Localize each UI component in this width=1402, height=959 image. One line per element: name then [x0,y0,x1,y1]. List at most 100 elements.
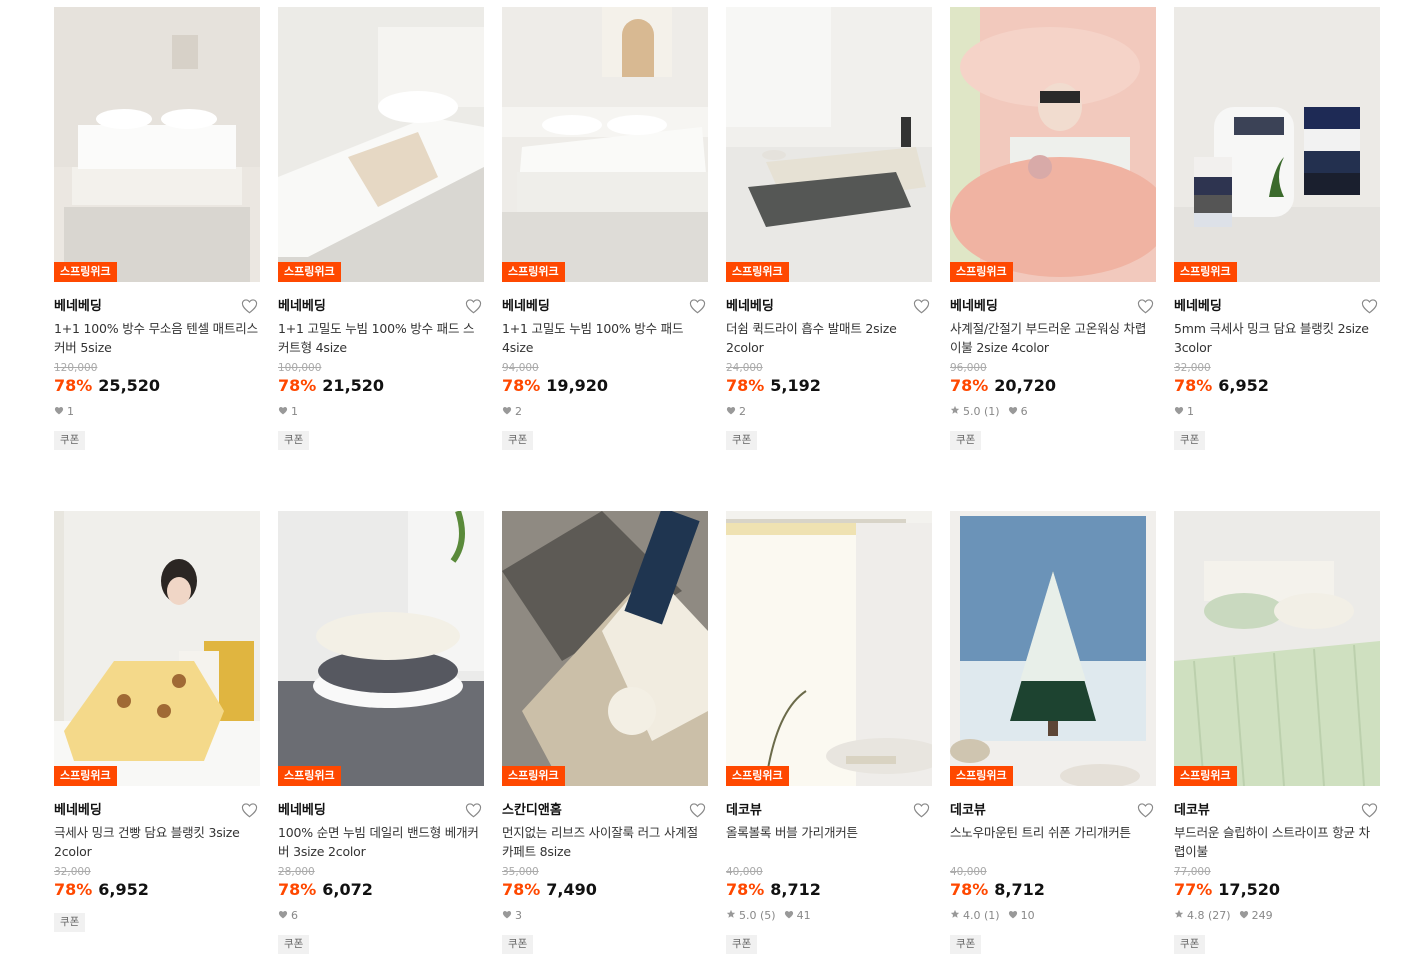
discount-rate: 78% [950,880,989,899]
product-meta: 1 [278,405,484,419]
promo-badge: 스프링위크 [502,262,565,282]
brand-row: 베네베딩 [278,799,484,821]
product-name[interactable]: 1+1 고밀도 누빔 100% 방수 패드 4size [502,319,708,357]
coupon-tag: 쿠폰 [502,935,534,954]
product-meta: 1 [54,405,260,419]
product-image[interactable]: 스프링위크 [502,7,708,282]
product-name[interactable]: 1+1 고밀도 누빔 100% 방수 패드 스커트형 4size [278,319,484,357]
product-card[interactable]: 스프링위크 스칸디앤홈 먼지없는 리브즈 사이잘룩 러그 사계절 카페트 8si… [502,511,708,959]
promo-badge: 스프링위크 [1174,766,1237,786]
product-meta: 2 [502,405,708,419]
product-name[interactable]: 올록볼록 버블 가리개커튼 [726,823,932,861]
wishlist-heart-icon[interactable] [465,802,482,818]
coupon-tag: 쿠폰 [1174,935,1206,954]
product-image[interactable]: 스프링위크 [54,7,260,282]
price-row: 78% 7,490 [502,879,708,901]
product-name[interactable]: 극세사 밍크 건빵 담요 블랭킷 3size 2color [54,823,260,861]
price-row: 78% 21,520 [278,375,484,397]
brand-name[interactable]: 베네베딩 [1174,299,1222,314]
like-count-value: 10 [1020,909,1035,922]
product-card[interactable]: 스프링위크 데코뷰 올록볼록 버블 가리개커튼 40,000 78% 8,712 … [726,511,932,959]
product-card[interactable]: 스프링위크 베네베딩 사계절/간절기 부드러운 고온워싱 차렵이불 2size … [950,7,1156,477]
product-image[interactable]: 스프링위크 [278,511,484,786]
original-price: 96,000 [950,362,987,374]
product-name[interactable]: 사계절/간절기 부드러운 고온워싱 차렵이불 2size 4color [950,319,1156,357]
product-card[interactable]: 스프링위크 데코뷰 스노우마운틴 트리 쉬폰 가리개커튼 40,000 78% 8… [950,511,1156,959]
wishlist-heart-icon[interactable] [913,802,930,818]
product-card[interactable]: 스프링위크 베네베딩 1+1 고밀도 누빔 100% 방수 패드 4size 9… [502,7,708,477]
product-name[interactable]: 먼지없는 리브즈 사이잘룩 러그 사계절 카페트 8size [502,823,708,861]
product-image[interactable]: 스프링위크 [726,511,932,786]
promo-badge: 스프링위크 [54,766,117,786]
product-card[interactable]: 스프링위크 베네베딩 5mm 극세사 밍크 담요 블랭킷 2size 3colo… [1174,7,1380,477]
coupon-tag: 쿠폰 [950,431,982,450]
brand-name[interactable]: 데코뷰 [1174,803,1210,818]
price-row: 78% 8,712 [950,879,1156,901]
brand-name[interactable]: 베네베딩 [54,299,102,314]
product-card[interactable]: 스프링위크 베네베딩 100% 순면 누빔 데일리 밴드형 베개커버 3size… [278,511,484,959]
wishlist-heart-icon[interactable] [1361,298,1378,314]
product-image[interactable]: 스프링위크 [278,7,484,282]
product-image[interactable]: 스프링위크 [950,7,1156,282]
brand-name[interactable]: 베네베딩 [278,803,326,818]
product-image[interactable]: 스프링위크 [950,511,1156,786]
discount-rate: 78% [54,376,93,395]
sale-price: 25,520 [98,376,161,395]
original-price: 40,000 [950,866,987,878]
brand-name[interactable]: 베네베딩 [278,299,326,314]
original-price: 24,000 [726,362,763,374]
product-name[interactable]: 더쉼 퀵드라이 흡수 발매트 2size 2color [726,319,932,357]
product-card[interactable]: 스프링위크 베네베딩 1+1 고밀도 누빔 100% 방수 패드 스커트형 4s… [278,7,484,477]
rating-value: 4.8 (27) [1187,909,1231,922]
discount-rate: 78% [950,376,989,395]
sale-price: 20,720 [994,376,1057,395]
product-card[interactable]: 스프링위크 베네베딩 더쉼 퀵드라이 흡수 발매트 2size 2color 2… [726,7,932,477]
product-image[interactable]: 스프링위크 [502,511,708,786]
promo-badge: 스프링위크 [726,766,789,786]
product-name[interactable]: 100% 순면 누빔 데일리 밴드형 베개커버 3size 2color [278,823,484,861]
brand-name[interactable]: 베네베딩 [950,299,998,314]
like-count: 6 [1008,405,1028,419]
wishlist-heart-icon[interactable] [1137,802,1154,818]
wishlist-heart-icon[interactable] [913,298,930,314]
product-image[interactable]: 스프링위크 [726,7,932,282]
wishlist-heart-icon[interactable] [241,298,258,314]
product-card[interactable]: 스프링위크 베네베딩 극세사 밍크 건빵 담요 블랭킷 3size 2color… [54,511,260,959]
product-card[interactable]: 스프링위크 베네베딩 1+1 100% 방수 무소음 텐셀 매트리스 커버 5s… [54,7,260,477]
product-name[interactable]: 1+1 100% 방수 무소음 텐셀 매트리스 커버 5size [54,319,260,357]
product-name[interactable]: 5mm 극세사 밍크 담요 블랭킷 2size 3color [1174,319,1380,357]
brand-row: 데코뷰 [1174,799,1380,821]
product-row-1: 스프링위크 베네베딩 1+1 100% 방수 무소음 텐셀 매트리스 커버 5s… [54,7,1380,477]
wishlist-heart-icon[interactable] [689,802,706,818]
wishlist-heart-icon[interactable] [689,298,706,314]
sale-price: 17,520 [1218,880,1281,899]
like-count: 41 [784,909,811,923]
wishlist-heart-icon[interactable] [465,298,482,314]
like-count-value: 1 [291,405,298,418]
product-image[interactable]: 스프링위크 [54,511,260,786]
wishlist-heart-icon[interactable] [1137,298,1154,314]
brand-name[interactable]: 베네베딩 [726,299,774,314]
like-count: 2 [726,405,746,419]
price-row: 78% 20,720 [950,375,1156,397]
promo-badge: 스프링위크 [278,766,341,786]
brand-name[interactable]: 데코뷰 [950,803,986,818]
wishlist-heart-icon[interactable] [1361,802,1378,818]
promo-badge: 스프링위크 [54,262,117,282]
coupon-tag: 쿠폰 [726,431,758,450]
brand-name[interactable]: 데코뷰 [726,803,762,818]
like-count: 10 [1008,909,1035,923]
wishlist-heart-icon[interactable] [241,802,258,818]
price-row: 78% 19,920 [502,375,708,397]
product-card[interactable]: 스프링위크 데코뷰 부드러운 슬립하이 스트라이프 항균 차렵이불 77,000… [1174,511,1380,959]
sale-price: 6,952 [98,880,149,899]
brand-name[interactable]: 스칸디앤홈 [502,803,562,818]
brand-name[interactable]: 베네베딩 [502,299,550,314]
brand-name[interactable]: 베네베딩 [54,803,102,818]
product-name[interactable]: 부드러운 슬립하이 스트라이프 항균 차렵이불 [1174,823,1380,861]
like-count-value: 249 [1251,909,1273,922]
discount-rate: 78% [278,880,317,899]
product-image[interactable]: 스프링위크 [1174,7,1380,282]
product-name[interactable]: 스노우마운틴 트리 쉬폰 가리개커튼 [950,823,1156,861]
product-image[interactable]: 스프링위크 [1174,511,1380,786]
